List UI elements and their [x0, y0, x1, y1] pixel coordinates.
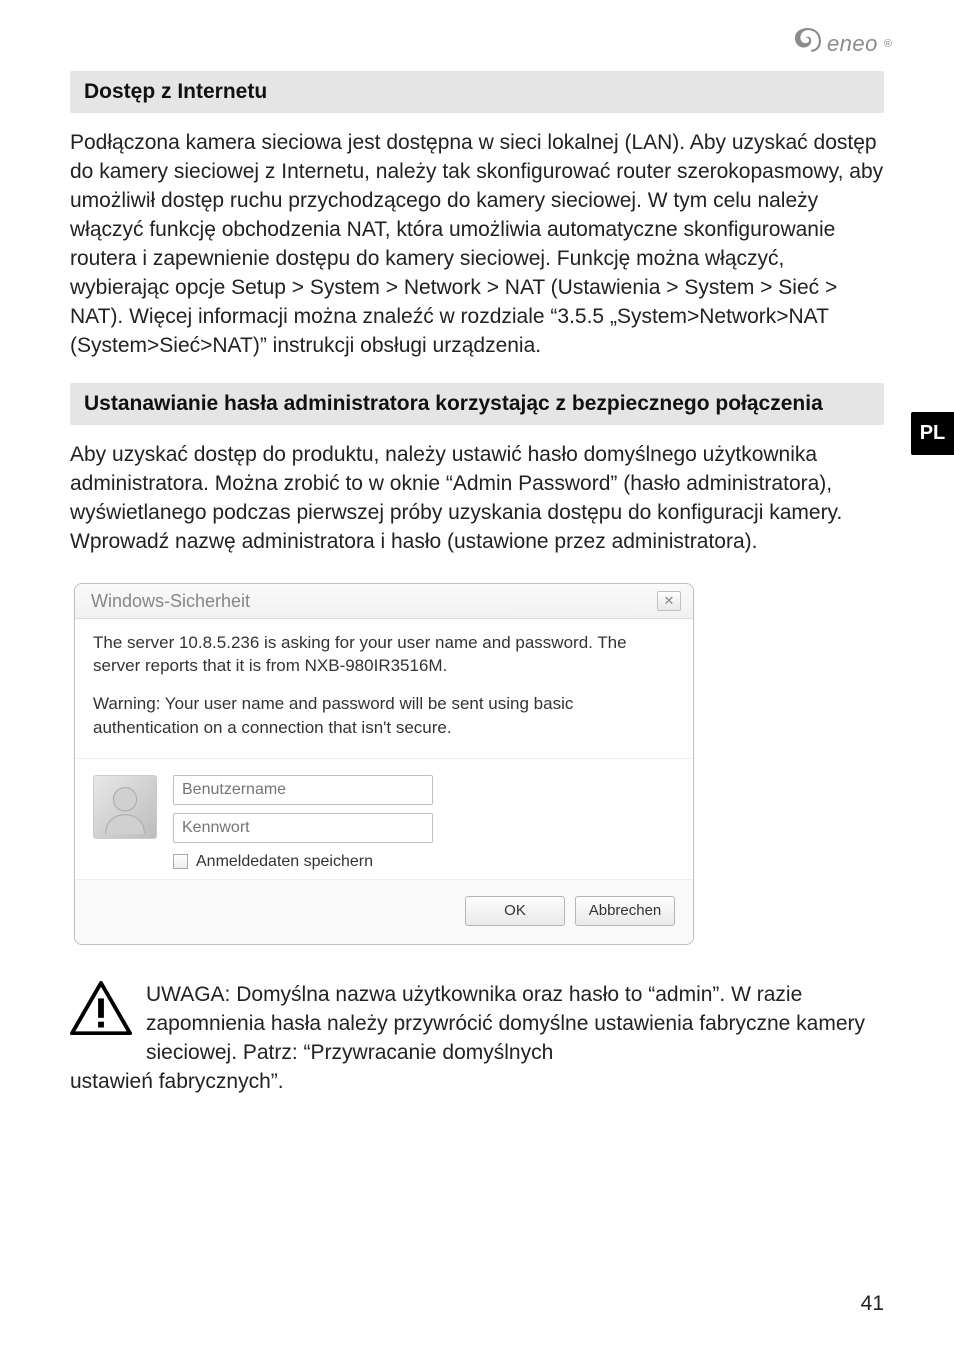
brand-logo: eneo ® [795, 28, 892, 59]
brand-registered-icon: ® [884, 38, 892, 50]
password-field[interactable] [173, 813, 433, 843]
warning-icon [70, 981, 132, 1035]
note-text: UWAGA: Domyślna nazwa użytkownika oraz h… [146, 981, 884, 1068]
note-text-continued: ustawień fabrycznych”. [70, 1068, 884, 1097]
dialog-body: The server 10.8.5.236 is asking for your… [75, 619, 693, 758]
language-tab: PL [911, 412, 954, 455]
auth-dialog: Windows-Sicherheit ✕ The server 10.8.5.2… [74, 583, 694, 945]
brand-swirl-icon [795, 28, 821, 59]
section2-header: Ustanawianie hasła administratora korzys… [70, 383, 884, 425]
avatar-icon [93, 775, 157, 839]
credentials-row: Anmeldedaten speichern [75, 758, 693, 879]
remember-row[interactable]: Anmeldedaten speichern [173, 853, 675, 871]
page-content: Dostęp z Internetu Podłączona kamera sie… [70, 71, 884, 1097]
section1-body: Podłączona kamera sieciowa jest dostępna… [70, 129, 884, 361]
dialog-message-1: The server 10.8.5.236 is asking for your… [93, 631, 675, 679]
dialog-footer: OK Abbrechen [75, 879, 693, 944]
dialog-message-2: Warning: Your user name and password wil… [93, 692, 675, 740]
dialog-title-text: Windows-Sicherheit [91, 591, 250, 612]
page-number: 41 [861, 1292, 884, 1316]
credential-fields: Anmeldedaten speichern [173, 775, 675, 871]
close-icon: ✕ [664, 593, 675, 609]
note-row: UWAGA: Domyślna nazwa użytkownika oraz h… [70, 981, 884, 1068]
username-field[interactable] [173, 775, 433, 805]
close-button[interactable]: ✕ [657, 591, 681, 611]
section2-body: Aby uzyskać dostęp do produktu, należy u… [70, 441, 884, 557]
ok-button[interactable]: OK [465, 896, 565, 926]
remember-label: Anmeldedaten speichern [196, 853, 373, 871]
cancel-button[interactable]: Abbrechen [575, 896, 675, 926]
dialog-titlebar: Windows-Sicherheit ✕ [75, 584, 693, 619]
brand-name: eneo [827, 31, 878, 57]
page-root: eneo ® PL Dostęp z Internetu Podłączona … [0, 0, 954, 1354]
section1-header: Dostęp z Internetu [70, 71, 884, 113]
remember-checkbox[interactable] [173, 854, 188, 869]
